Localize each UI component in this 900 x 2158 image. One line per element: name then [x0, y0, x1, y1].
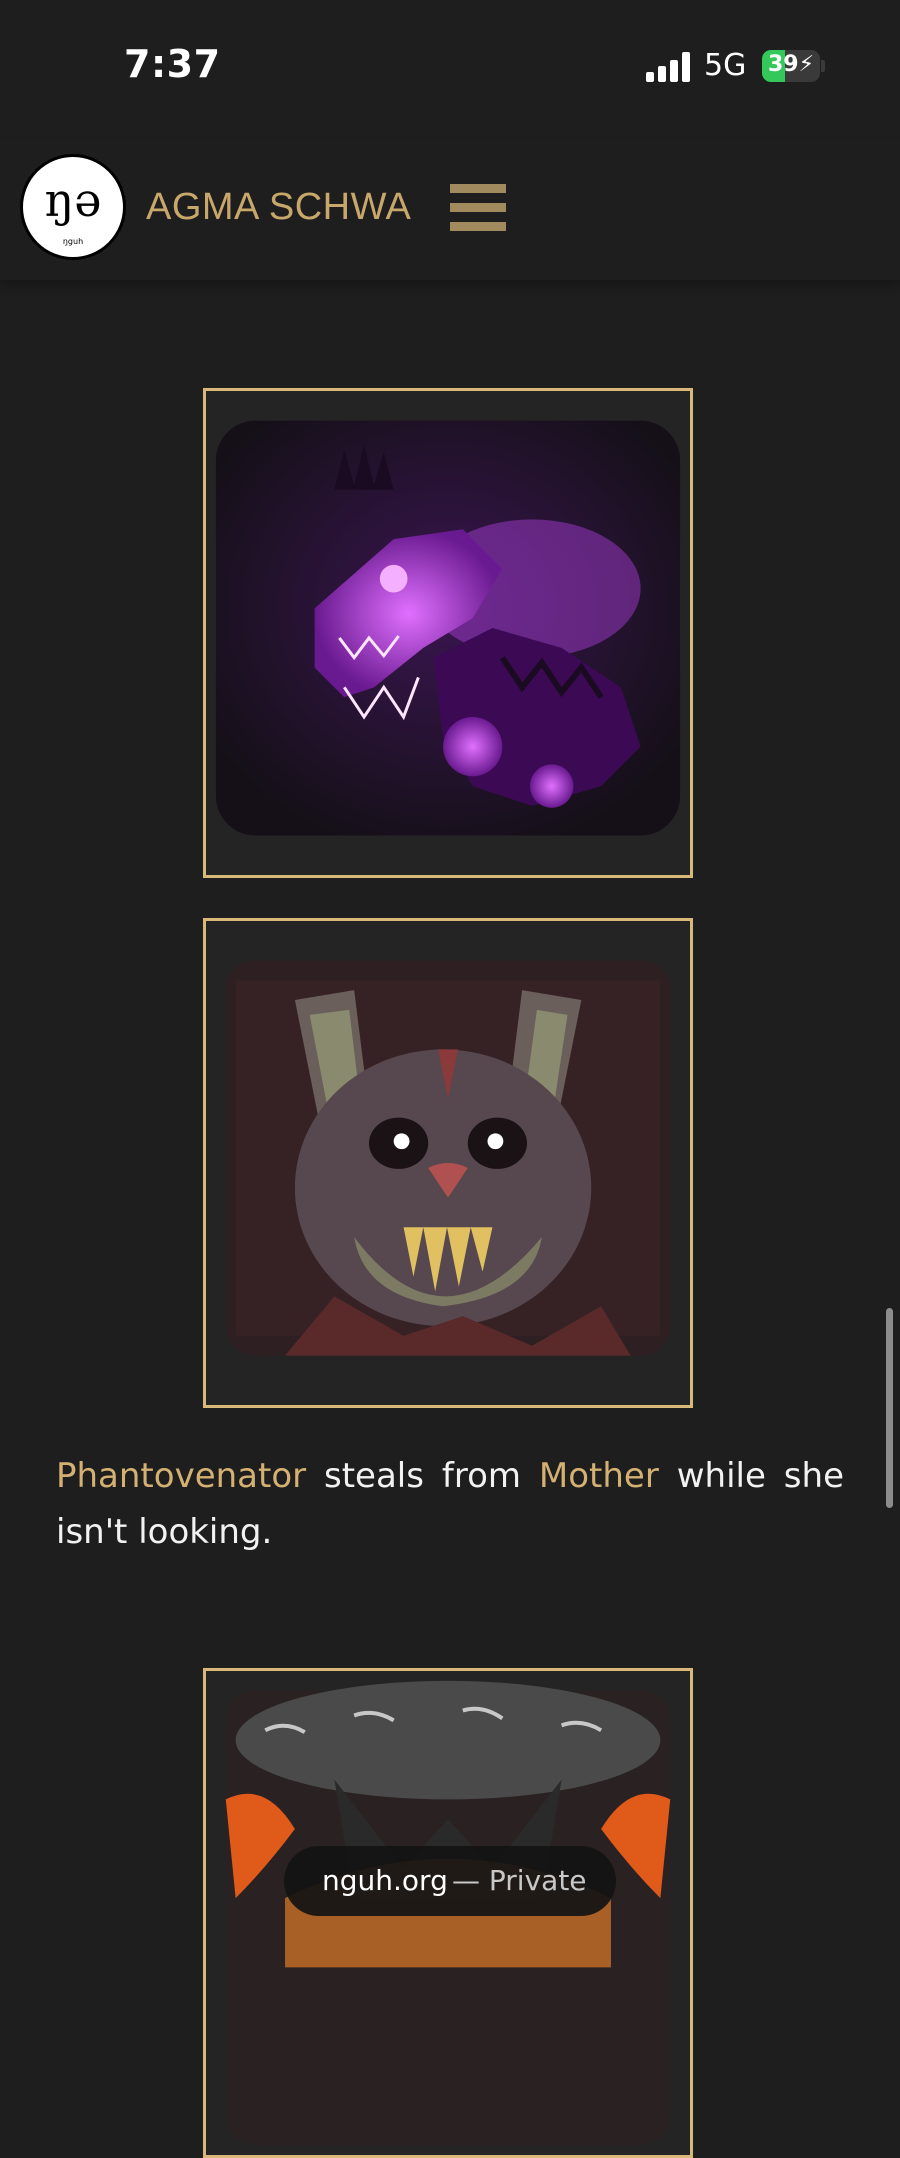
gallery-image-purple-creature[interactable] — [203, 388, 693, 878]
url-domain: nguh.org — [322, 1864, 448, 1897]
battery-icon: 39⚡ — [762, 50, 820, 82]
page-scrollbar[interactable] — [886, 1308, 893, 1508]
hamburger-menu-icon[interactable] — [450, 184, 506, 232]
logo-small-text: ŋguh — [62, 237, 84, 246]
caption-text-1: steals from — [306, 1456, 539, 1496]
cellular-signal-icon — [646, 52, 692, 82]
network-type: 5G — [704, 48, 747, 83]
gallery-image-rabbit-creature[interactable] — [203, 918, 693, 1408]
site-header: ŋə ŋguh AGMA SCHWA — [0, 140, 900, 280]
site-name[interactable]: AGMA SCHWA — [146, 186, 411, 229]
link-phantovenator[interactable]: Phantovenator — [56, 1456, 306, 1496]
site-logo[interactable]: ŋə ŋguh — [20, 154, 126, 260]
status-bar: 7:37 5G 39⚡ — [0, 0, 900, 130]
battery-tip — [821, 60, 825, 72]
clock: 7:37 — [124, 42, 221, 86]
link-mother[interactable]: Mother — [539, 1456, 659, 1496]
rabbit-creature-art — [225, 960, 671, 1356]
private-mode-label: — Private — [452, 1864, 587, 1897]
purple-creature-art — [215, 420, 681, 836]
battery-level: 39 — [767, 52, 799, 77]
browser-url-pill[interactable]: nguh.org — Private — [284, 1846, 616, 1916]
logo-glyph: ŋə — [44, 173, 102, 227]
image-caption: Phantovenator steals from Mother while s… — [56, 1448, 844, 1560]
